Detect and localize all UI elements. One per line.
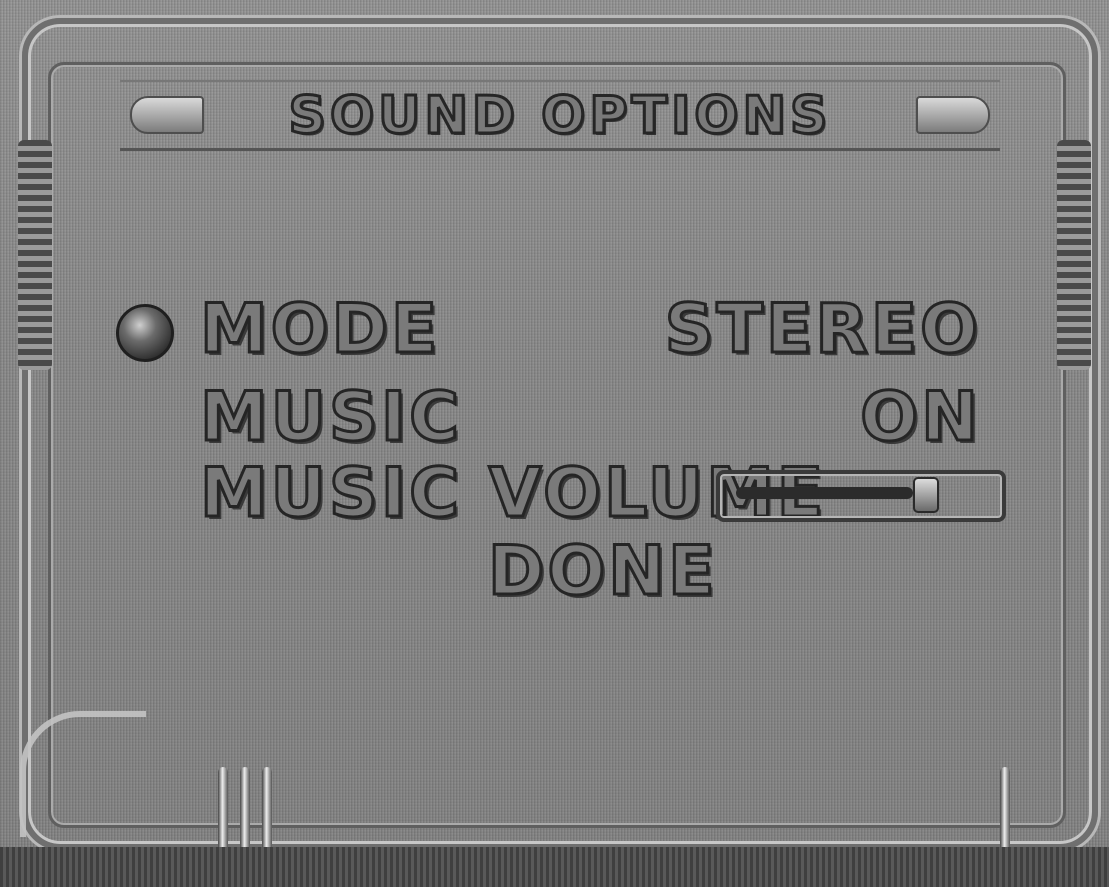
menu-item-done[interactable]: DONE [487, 536, 718, 607]
menu-item-music[interactable]: MUSIC [198, 382, 462, 453]
pipe-decoration [240, 767, 250, 847]
base-strip-decoration [0, 847, 1109, 887]
title-plate: SOUND OPTIONS [120, 80, 1000, 151]
screen-title: SOUND OPTIONS [287, 85, 832, 148]
right-ridge-decoration [1057, 140, 1091, 370]
pipe-decoration [1000, 767, 1010, 847]
menu-item-mode[interactable]: MODE [198, 294, 440, 365]
pipe-decoration [262, 767, 272, 847]
music-value[interactable]: ON [859, 382, 981, 453]
music-volume-slider[interactable] [716, 470, 1006, 522]
slider-track [736, 477, 982, 513]
pipe-decoration [218, 767, 228, 847]
title-right-cap-icon [916, 96, 990, 134]
selection-ball-icon [116, 304, 174, 362]
slider-knob-icon[interactable] [913, 477, 939, 513]
corner-pipe-decoration [20, 711, 146, 837]
slider-fill [736, 487, 913, 499]
mode-value[interactable]: STEREO [663, 294, 981, 365]
sound-options-screen: SOUND OPTIONS MODE STEREO MUSIC ON MUSIC… [0, 0, 1109, 887]
left-ridge-decoration [18, 140, 52, 370]
